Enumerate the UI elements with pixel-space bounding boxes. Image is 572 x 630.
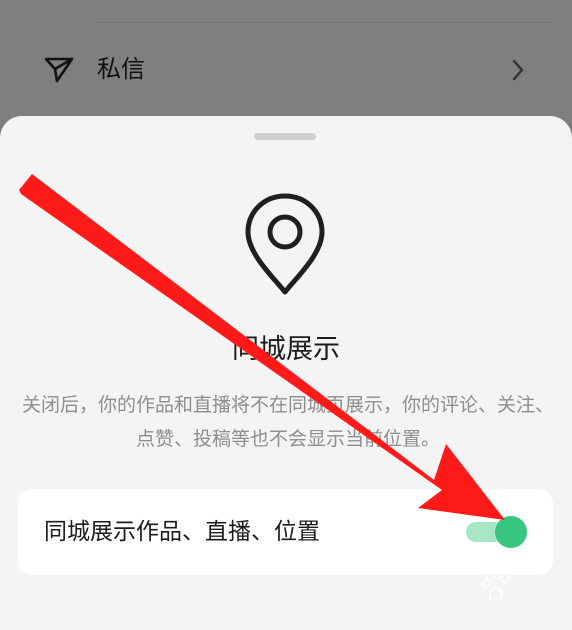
setting-label: 同城展示作品、直播、位置 — [44, 519, 320, 545]
same-city-bottom-sheet: 同城展示 关闭后，你的作品和直播将不在同城页展示，你的评论、关注、点赞、投稿等也… — [0, 116, 572, 630]
same-city-toggle[interactable] — [466, 516, 528, 548]
toggle-knob — [495, 516, 527, 548]
same-city-setting-row[interactable]: 同城展示作品、直播、位置 — [18, 489, 553, 575]
baidu-paw-logo — [482, 568, 510, 601]
location-pin-icon — [245, 193, 325, 295]
sheet-drag-handle[interactable] — [254, 133, 316, 140]
sheet-title: 同城展示 — [232, 334, 340, 365]
baidu-jingyan-watermark — [438, 568, 558, 624]
sheet-description: 关闭后，你的作品和直播将不在同城页展示，你的评论、关注、点赞、投稿等也不会显示当… — [21, 394, 554, 450]
